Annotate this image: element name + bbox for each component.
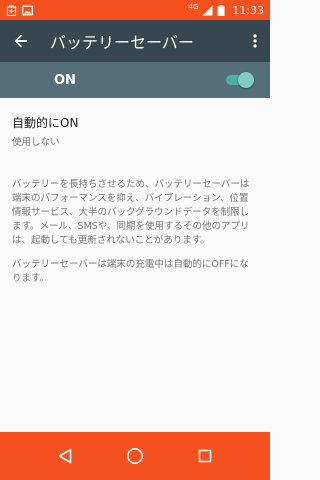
- navigation-bar: [0, 432, 270, 480]
- charging-note-paragraph: バッテリーセーバーは端末の充電中は自動的にOFFになります。: [12, 259, 249, 284]
- battery-icon: [217, 4, 228, 16]
- signal-icon: [202, 5, 213, 16]
- description-paragraph: バッテリーを長持ちさせるため、バッテリーセーバーは端末のパフォーマンスを抑え、バ…: [12, 179, 250, 246]
- preference-summary: 使用しない: [12, 137, 60, 148]
- toolbar: バッテリーセーバー: [0, 20, 270, 62]
- recents-square-icon[interactable]: [190, 441, 220, 471]
- toggle-thumb: [238, 72, 254, 88]
- page-title: バッテリーセーバー: [50, 33, 194, 52]
- notification-icons: [6, 5, 33, 16]
- auto-on-preference[interactable]: 自動的にON 使用しない: [0, 98, 270, 148]
- image-icon: [22, 5, 33, 16]
- battery-saver-toggle[interactable]: [224, 72, 254, 88]
- more-vert-icon[interactable]: [240, 20, 270, 62]
- home-circle-icon[interactable]: [120, 441, 150, 471]
- settings-content: 自動的にON 使用しない バッテリーを長持ちさせるため、バッテリーセーバーは端末…: [0, 98, 270, 286]
- master-switch-bar[interactable]: ON: [0, 62, 270, 98]
- network-type-label: 4G: [188, 3, 199, 11]
- status-bar: 4G 11:33: [0, 0, 270, 20]
- arrow-back-icon[interactable]: [0, 20, 42, 62]
- battery-saver-icon: [6, 5, 17, 16]
- back-triangle-icon[interactable]: [50, 441, 80, 471]
- preference-title: 自動的にON: [12, 116, 79, 130]
- clock: 11:33: [232, 3, 264, 17]
- system-icons: 4G 11:33: [188, 3, 264, 17]
- master-switch-label: ON: [54, 72, 76, 88]
